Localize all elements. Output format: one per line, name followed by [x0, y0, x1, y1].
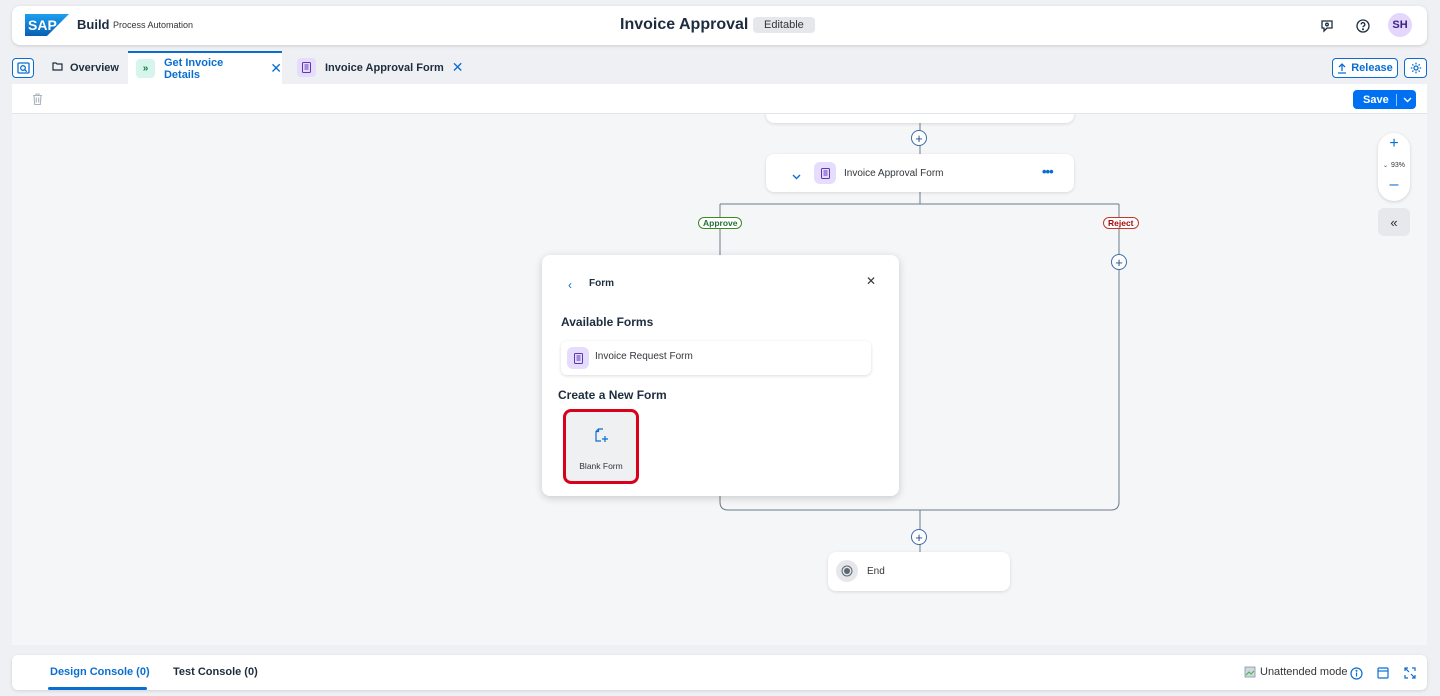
blank-form-label: Blank Form	[579, 461, 623, 471]
invoice-request-form-item[interactable]: Invoice Request Form	[561, 341, 871, 375]
tab-label: Get Invoice Details	[163, 56, 224, 81]
settings-button[interactable]	[1404, 58, 1427, 78]
zoom-controls: + ⌄ 93% –	[1378, 133, 1410, 201]
release-label: Release	[1351, 62, 1393, 74]
close-icon[interactable]: ✕	[452, 59, 464, 76]
save-label: Save	[1353, 93, 1397, 106]
release-button[interactable]: Release	[1332, 58, 1398, 78]
help-icon[interactable]	[1353, 16, 1373, 36]
info-icon[interactable]	[1348, 665, 1364, 681]
new-document-icon	[595, 428, 608, 448]
tab-get-invoice-details[interactable]: » Get Invoice Details ✕	[128, 51, 282, 84]
add-step-button[interactable]: +	[911, 130, 927, 146]
previous-step-node[interactable]	[766, 114, 1074, 123]
chevron-down-icon[interactable]	[1397, 94, 1412, 106]
upload-icon	[1338, 62, 1347, 74]
more-options-icon[interactable]: •••	[1042, 164, 1054, 179]
active-tab-indicator	[48, 687, 147, 690]
process-canvas[interactable]: + Invoice Approval Form ••• Approve Reje…	[12, 114, 1427, 645]
double-chevron-left-icon: «	[1390, 214, 1398, 230]
approve-branch-label: Approve	[698, 217, 743, 229]
add-step-button[interactable]: +	[911, 529, 927, 545]
brand-name: Build	[77, 17, 110, 32]
avatar[interactable]: SH	[1388, 13, 1412, 37]
approval-form-node[interactable]: Invoice Approval Form •••	[766, 154, 1074, 192]
end-node[interactable]: End	[828, 552, 1010, 591]
available-forms-heading: Available Forms	[561, 315, 654, 329]
tab-test-console[interactable]: Test Console (0)	[173, 666, 258, 678]
fullscreen-icon[interactable]	[1402, 665, 1418, 681]
form-picker-popover: ‹ Form ✕ Available Forms Invoice Request…	[542, 255, 899, 496]
page-title: Invoice Approval	[620, 16, 749, 33]
console-bar: Design Console (0) Test Console (0) Unat…	[12, 655, 1427, 690]
zoom-out-button[interactable]: –	[1378, 176, 1410, 194]
close-icon[interactable]: ✕	[270, 60, 282, 77]
form-icon	[567, 347, 589, 369]
stop-icon	[836, 560, 858, 582]
feedback-icon[interactable]	[1317, 16, 1337, 36]
editor-toolbar: Save	[12, 84, 1427, 114]
tab-label: Overview	[70, 61, 119, 74]
create-form-heading: Create a New Form	[558, 388, 667, 402]
image-placeholder-icon	[1244, 666, 1256, 678]
process-icon: »	[136, 59, 155, 78]
save-button[interactable]: Save	[1353, 90, 1416, 109]
search-icon	[16, 62, 30, 74]
node-label: Invoice Approval Form	[844, 168, 944, 179]
collapse-panel-button[interactable]: «	[1378, 208, 1410, 236]
form-icon	[814, 162, 836, 184]
zoom-level[interactable]: ⌄ 93%	[1378, 162, 1410, 169]
zoom-in-button[interactable]: +	[1378, 135, 1410, 153]
chevron-down-icon[interactable]	[792, 167, 801, 185]
tab-label: Invoice Approval Form	[325, 61, 444, 74]
tab-bar: Overview » Get Invoice Details ✕ Invoice…	[12, 51, 1427, 84]
svg-text:SAP: SAP	[28, 17, 57, 33]
add-step-button[interactable]: +	[1111, 254, 1127, 270]
close-icon[interactable]: ✕	[866, 274, 876, 288]
unattended-mode[interactable]: Unattended mode	[1244, 666, 1347, 678]
panel-icon[interactable]	[1375, 665, 1391, 681]
mode-label: Unattended mode	[1260, 666, 1348, 678]
status-badge: Editable	[753, 17, 815, 33]
gear-icon	[1410, 62, 1421, 74]
brand-subtitle: Process Automation	[113, 20, 194, 30]
folder-icon	[52, 61, 63, 74]
form-icon	[297, 58, 316, 77]
shell-bar: SAP Build Process Automation Invoice App…	[12, 6, 1427, 45]
search-tabs-button[interactable]	[12, 58, 34, 78]
node-label: End	[867, 566, 885, 577]
tab-invoice-approval-form[interactable]: Invoice Approval Form ✕	[297, 51, 467, 84]
tab-overview[interactable]: Overview	[48, 51, 128, 84]
form-item-label: Invoice Request Form	[595, 351, 693, 362]
blank-form-card[interactable]: Blank Form	[563, 409, 639, 484]
popover-title: Form	[589, 278, 614, 289]
reject-branch-label: Reject	[1103, 217, 1139, 229]
sap-logo[interactable]: SAP	[25, 14, 69, 41]
back-icon[interactable]: ‹	[568, 278, 572, 292]
zoom-level-value: 93%	[1391, 162, 1406, 169]
tab-design-console[interactable]: Design Console (0)	[50, 666, 150, 678]
delete-icon[interactable]	[32, 92, 43, 110]
